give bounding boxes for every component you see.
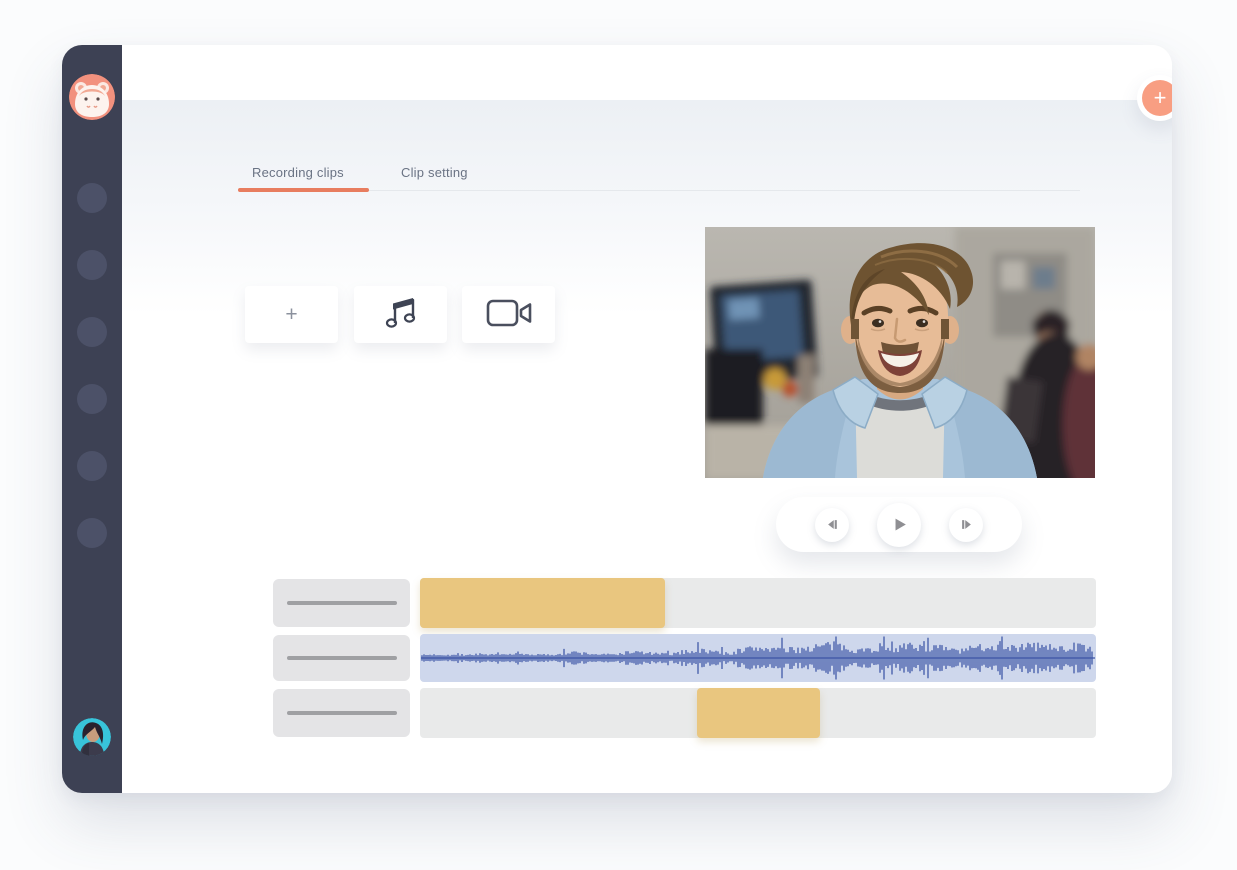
video-preview-image <box>705 227 1095 478</box>
sidebar-nav-item[interactable] <box>77 183 107 213</box>
timeline-track <box>273 634 1096 682</box>
skip-forward-button[interactable] <box>949 508 983 542</box>
tab-recording-clips[interactable]: Recording clips <box>252 165 344 180</box>
skip-back-icon <box>825 517 840 532</box>
add-video-button[interactable] <box>462 286 555 343</box>
track-lane-overlay[interactable] <box>420 688 1096 738</box>
track-label-handle <box>273 579 410 627</box>
main-panel: + Recording clips Clip setting + <box>122 45 1172 793</box>
user-avatar[interactable] <box>73 718 111 756</box>
track-lane-audio-waveform[interactable] <box>420 634 1096 682</box>
audio-waveform-graphic <box>420 634 1096 682</box>
app-window: + Recording clips Clip setting + <box>62 45 1172 793</box>
skip-back-button[interactable] <box>815 508 849 542</box>
track-label-handle <box>273 689 410 737</box>
skip-forward-icon <box>959 517 974 532</box>
plus-icon: + <box>285 303 297 327</box>
sidebar-nav <box>77 183 107 548</box>
music-note-icon <box>382 294 420 335</box>
track-label-bar <box>287 656 397 660</box>
sidebar-nav-item[interactable] <box>77 518 107 548</box>
play-icon <box>890 515 909 534</box>
track-label-handle <box>273 635 410 681</box>
app-logo-monkey-icon <box>69 74 115 120</box>
sidebar-nav-item[interactable] <box>77 384 107 414</box>
timeline-track <box>273 578 1096 628</box>
track-label-bar <box>287 601 397 605</box>
sidebar-nav-item[interactable] <box>77 317 107 347</box>
timeline-track <box>273 688 1096 738</box>
sidebar-nav-item[interactable] <box>77 250 107 280</box>
sidebar-nav-item[interactable] <box>77 451 107 481</box>
playback-controls <box>776 497 1022 552</box>
add-clip-button[interactable]: + <box>245 286 338 343</box>
sidebar <box>62 45 122 793</box>
timeline-clip[interactable] <box>420 578 665 628</box>
tab-clip-setting[interactable]: Clip setting <box>401 165 468 180</box>
track-lane-video[interactable] <box>420 578 1096 628</box>
active-tab-indicator <box>238 188 369 192</box>
play-button[interactable] <box>877 503 921 547</box>
timeline-clip[interactable] <box>697 688 820 738</box>
video-camera-icon <box>485 297 533 332</box>
add-music-button[interactable] <box>354 286 447 343</box>
add-new-fab-button[interactable]: + <box>1142 80 1172 116</box>
track-label-bar <box>287 711 397 715</box>
